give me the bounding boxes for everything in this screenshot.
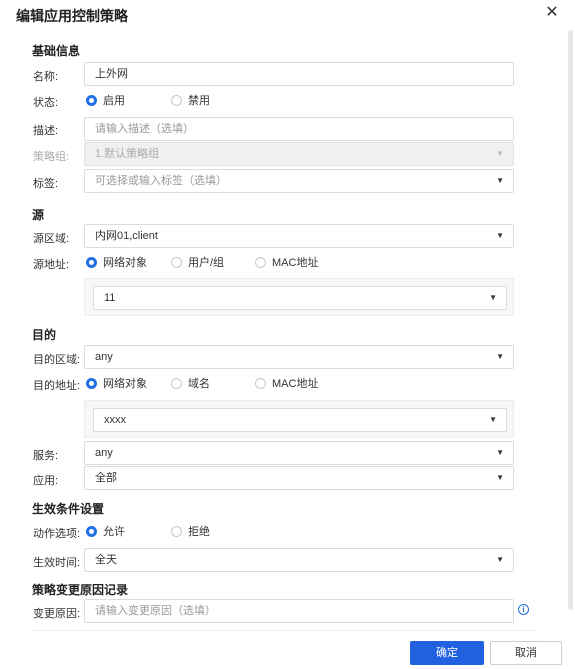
caret-down-icon: ▼ bbox=[496, 555, 504, 564]
source-radio-user-group[interactable]: 用户/组 bbox=[171, 254, 224, 270]
radio-unchecked-icon bbox=[171, 525, 182, 537]
dest-radio-mac[interactable]: MAC地址 bbox=[255, 375, 318, 391]
tag-select[interactable]: 可选择或输入标签（选填） ▼ bbox=[84, 169, 514, 193]
dialog-title: 编辑应用控制策略 bbox=[16, 8, 128, 24]
dest-address-label: 目的地址: bbox=[33, 380, 81, 392]
section-source: 源 bbox=[32, 208, 45, 222]
dest-object-select[interactable]: xxxx ▼ bbox=[93, 408, 507, 432]
source-radio-mac[interactable]: MAC地址 bbox=[255, 254, 318, 270]
dest-zone-select[interactable]: any ▼ bbox=[84, 345, 514, 369]
action-radio-deny[interactable]: 拒绝 bbox=[171, 523, 210, 539]
caret-down-icon: ▼ bbox=[489, 415, 497, 424]
status-label: 状态: bbox=[33, 97, 59, 109]
scrollbar[interactable] bbox=[568, 30, 573, 610]
radio-checked-icon bbox=[86, 525, 97, 537]
source-radio-network-object[interactable]: 网络对象 bbox=[86, 254, 147, 270]
policy-group-label: 策略组: bbox=[33, 151, 70, 163]
app-select[interactable]: 全部 ▼ bbox=[84, 466, 514, 490]
source-zone-label: 源区域: bbox=[33, 233, 70, 245]
dest-zone-label: 目的区域: bbox=[33, 354, 81, 366]
name-input[interactable]: 上外网 bbox=[84, 62, 514, 86]
time-select[interactable]: 全天 ▼ bbox=[84, 548, 514, 572]
name-label: 名称: bbox=[33, 71, 59, 83]
confirm-button[interactable]: 确定 bbox=[410, 641, 484, 665]
action-label: 动作选项: bbox=[33, 528, 81, 540]
section-effect: 生效条件设置 bbox=[32, 502, 105, 516]
source-object-select[interactable]: 11 ▼ bbox=[93, 286, 507, 310]
desc-label: 描述: bbox=[33, 125, 59, 137]
radio-unchecked-icon bbox=[171, 377, 182, 389]
policy-group-select: 1.默认策略组 ▼ bbox=[84, 142, 514, 166]
caret-down-icon: ▼ bbox=[496, 448, 504, 457]
cancel-button[interactable]: 取消 bbox=[490, 641, 562, 665]
radio-unchecked-icon bbox=[255, 377, 266, 389]
status-radio-disable[interactable]: 禁用 bbox=[171, 92, 210, 108]
caret-down-icon: ▼ bbox=[496, 473, 504, 482]
section-dest: 目的 bbox=[32, 328, 57, 342]
radio-unchecked-icon bbox=[171, 94, 182, 106]
name-value: 上外网 bbox=[95, 68, 128, 80]
reason-label: 变更原因: bbox=[33, 608, 81, 620]
caret-down-icon: ▼ bbox=[496, 352, 504, 361]
service-select[interactable]: any ▼ bbox=[84, 441, 514, 465]
source-address-label: 源地址: bbox=[33, 259, 70, 271]
caret-down-icon: ▼ bbox=[496, 231, 504, 240]
section-change: 策略变更原因记录 bbox=[32, 583, 129, 597]
radio-unchecked-icon bbox=[171, 256, 182, 268]
radio-checked-icon bbox=[86, 256, 97, 268]
radio-checked-icon bbox=[86, 377, 97, 389]
source-address-panel: 11 ▼ bbox=[84, 278, 514, 316]
time-label: 生效时间: bbox=[33, 557, 81, 569]
status-radio-enable[interactable]: 启用 bbox=[86, 92, 125, 108]
desc-input[interactable]: 请输入描述（选填） bbox=[84, 117, 514, 141]
app-label: 应用: bbox=[33, 475, 59, 487]
info-icon[interactable]: i bbox=[518, 604, 529, 615]
caret-down-icon: ▼ bbox=[489, 293, 497, 302]
caret-down-icon: ▼ bbox=[496, 176, 504, 185]
service-label: 服务: bbox=[33, 450, 59, 462]
source-zone-select[interactable]: 内网01,client ▼ bbox=[84, 224, 514, 248]
edit-policy-dialog: 编辑应用控制策略 ✕ 基础信息 名称: 上外网 状态: 启用 禁用 描述: 请输… bbox=[0, 0, 575, 669]
section-basic: 基础信息 bbox=[32, 44, 81, 58]
dest-radio-network-object[interactable]: 网络对象 bbox=[86, 375, 147, 391]
radio-unchecked-icon bbox=[255, 256, 266, 268]
reason-input[interactable]: 请输入变更原因（选填） bbox=[84, 599, 514, 623]
tag-label: 标签: bbox=[33, 178, 59, 190]
footer-divider bbox=[32, 630, 535, 631]
close-icon[interactable]: ✕ bbox=[543, 4, 561, 22]
dest-address-panel: xxxx ▼ bbox=[84, 400, 514, 438]
caret-down-icon: ▼ bbox=[496, 149, 504, 158]
radio-checked-icon bbox=[86, 94, 97, 106]
dest-radio-domain[interactable]: 域名 bbox=[171, 375, 210, 391]
action-radio-allow[interactable]: 允许 bbox=[86, 523, 125, 539]
